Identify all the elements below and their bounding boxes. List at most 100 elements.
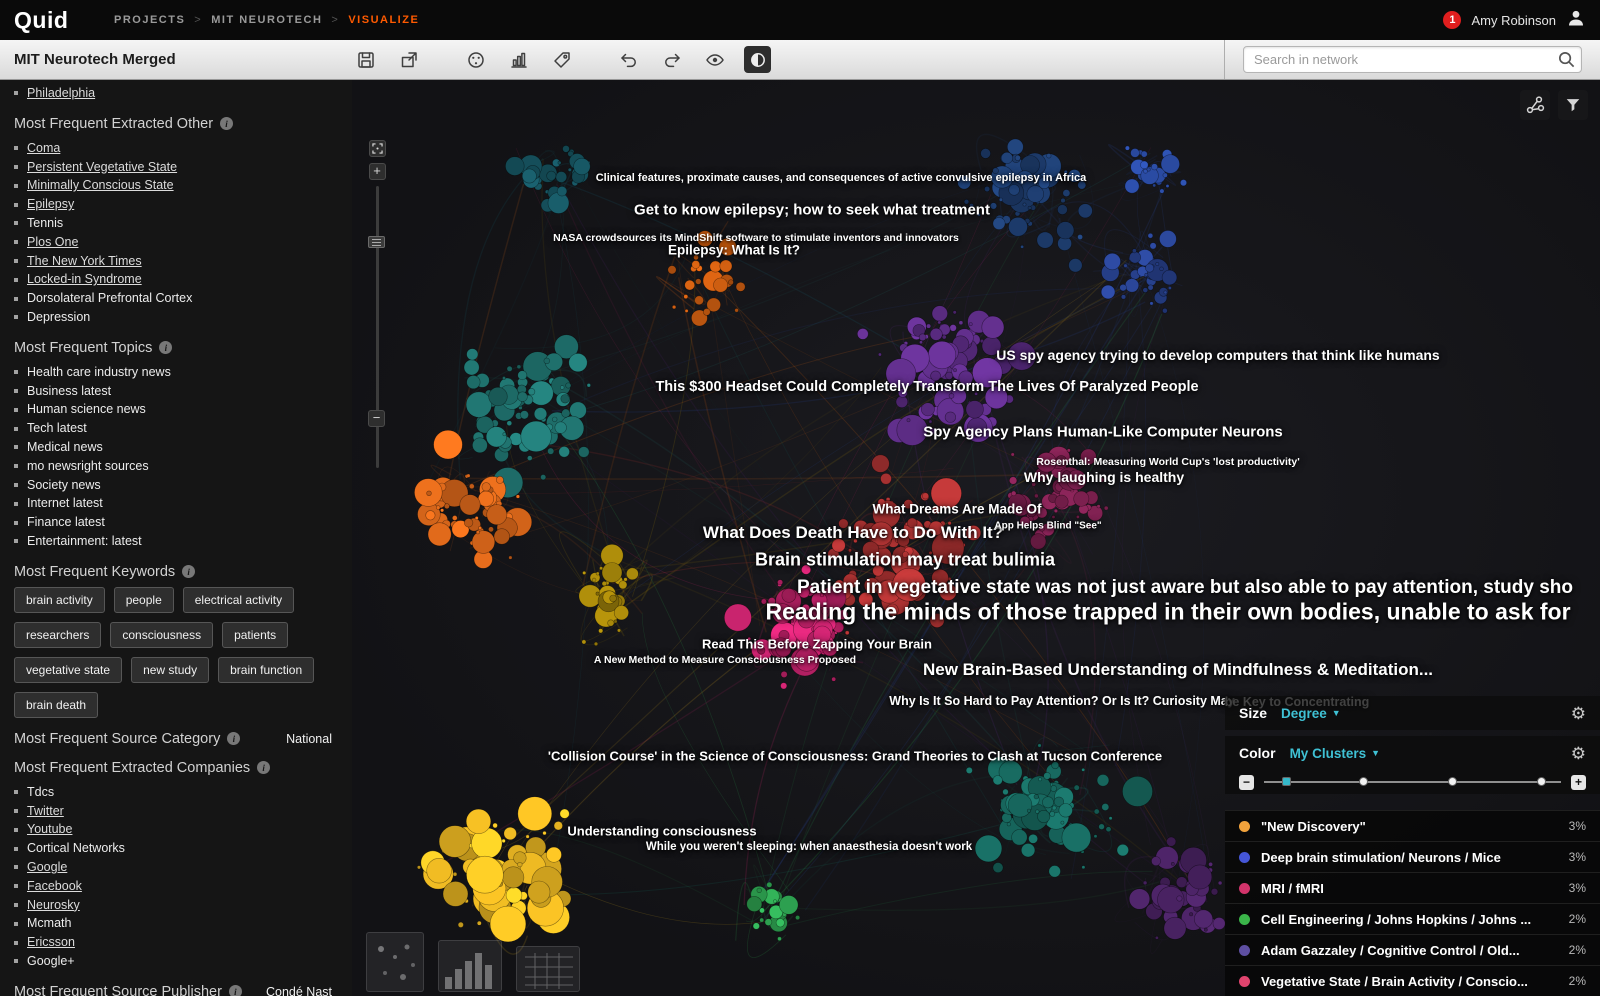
preview-eye-icon[interactable] [701,46,728,73]
keyword-chip[interactable]: consciousness [110,621,214,648]
list-item[interactable]: Persistent Vegetative State [14,158,352,177]
node-label[interactable]: Epilepsy: What Is It? [668,243,800,258]
info-icon[interactable]: i [228,985,242,996]
chart-thumbnail-histogram[interactable] [438,940,502,992]
list-item[interactable]: Facebook [14,877,352,896]
list-item[interactable]: Youtube [14,820,352,839]
list-item[interactable]: Coma [14,139,352,158]
entity-link[interactable]: Philadelphia [27,84,95,103]
slider-stop[interactable] [1359,777,1369,786]
node-label[interactable]: What Dreams Are Made Of [872,502,1041,517]
legend-row[interactable]: Adam Gazzaley / Cognitive Control / Old.… [1225,934,1600,965]
entity-link[interactable]: Coma [27,139,60,158]
cluster-minus-button[interactable]: − [1239,774,1254,790]
node-label[interactable]: A New Method to Measure Consciousness Pr… [594,654,856,666]
node-label[interactable]: Reading the minds of those trapped in th… [765,599,1570,626]
info-icon[interactable]: i [227,732,241,746]
keyword-chip[interactable]: electrical activity [182,586,295,613]
list-item[interactable]: Plos One [14,233,352,252]
list-item[interactable]: Locked-in Syndrome [14,270,352,289]
node-label[interactable]: What Does Death Have to Do With It? [703,523,1003,543]
entity-link[interactable]: Neurosky [27,896,80,915]
entity-link[interactable]: Youtube [27,820,72,839]
info-icon[interactable]: i [182,565,196,579]
chart-thumbnail-grid[interactable] [516,946,580,992]
filter-icon[interactable] [1558,90,1588,120]
cluster-plus-button[interactable]: + [1571,774,1586,790]
node-label[interactable]: Clinical features, proximate causes, and… [596,172,1087,184]
legend-row[interactable]: Vegetative State / Brain Activity / Cons… [1225,965,1600,996]
network-view-icon[interactable] [1520,90,1550,120]
node-label[interactable]: Brain stimulation may treat bulimia [755,550,1055,571]
notification-badge[interactable]: 1 [1443,11,1462,29]
breadcrumb-projects[interactable]: PROJECTS [114,14,185,26]
legend-row[interactable]: MRI / fMRI 3% [1225,872,1600,903]
entity-link[interactable]: Minimally Conscious State [27,176,174,195]
keyword-chip[interactable]: people [113,586,174,613]
slider-handle[interactable] [1281,777,1291,786]
palette-icon[interactable] [462,46,489,73]
entity-link[interactable]: Ericsson [27,933,75,952]
export-chart-icon[interactable] [505,46,532,73]
list-item[interactable]: Minimally Conscious State [14,176,352,195]
zoom-slider-handle[interactable] [368,236,385,248]
keyword-chip[interactable]: new study [131,656,210,683]
tag-icon[interactable] [548,46,575,73]
node-label[interactable]: Spy Agency Plans Human-Like Computer Neu… [923,424,1283,441]
node-label[interactable]: Understanding consciousness [567,824,756,839]
list-item[interactable]: Google [14,858,352,877]
node-label[interactable]: Why laughing is healthy [1024,469,1184,485]
node-label[interactable]: New Brain-Based Understanding of Mindful… [923,660,1433,680]
entity-link[interactable]: Epilepsy [27,195,74,214]
node-label[interactable]: Get to know epilepsy; how to seek what t… [634,202,990,219]
node-label[interactable]: 'Collision Course' in the Science of Con… [548,749,1162,764]
save-icon[interactable] [352,46,379,73]
list-item[interactable]: Epilepsy [14,195,352,214]
slider-stop[interactable] [1448,777,1458,786]
entity-link[interactable]: The New York Times [27,252,142,271]
contrast-icon[interactable] [744,46,771,73]
chart-thumbnail-scatter[interactable] [366,932,424,992]
list-item[interactable]: Ericsson [14,933,352,952]
entity-link[interactable]: Twitter [27,802,64,821]
color-dropdown[interactable]: My Clusters [1290,746,1367,761]
breadcrumb-project-name[interactable]: MIT NEUROTECH [211,14,322,26]
zoom-fit-icon[interactable] [368,140,386,157]
network-graph-area[interactable]: Clinical features, proximate causes, and… [352,80,1600,996]
info-icon[interactable]: i [220,117,234,131]
node-label[interactable]: While you weren't sleeping: when anaesth… [646,841,972,853]
entity-link[interactable]: Persistent Vegetative State [27,158,177,177]
list-item[interactable]: Philadelphia [14,84,352,103]
user-name[interactable]: Amy Robinson [1471,13,1556,28]
keyword-chip[interactable]: brain death [14,691,99,718]
zoom-in-button[interactable]: + [368,163,386,180]
share-icon[interactable] [395,46,422,73]
chevron-down-icon[interactable]: ▼ [1371,748,1380,758]
node-label[interactable]: This $300 Headset Could Completely Trans… [655,379,1198,395]
keyword-chip[interactable]: brain function [218,656,315,683]
quid-logo[interactable]: Quid [14,7,114,34]
search-icon[interactable] [1557,50,1576,74]
color-settings-gear-icon[interactable]: ⚙ [1571,745,1586,762]
entity-link[interactable]: Plos One [27,233,78,252]
cluster-slider-track[interactable] [1264,777,1561,786]
list-item[interactable]: The New York Times [14,252,352,271]
legend-row[interactable]: "New Discovery" 3% [1225,810,1600,841]
node-label[interactable]: Rosenthal: Measuring World Cup's 'lost p… [1036,456,1299,468]
node-label[interactable]: Patient in vegetative state was not just… [797,577,1573,599]
slider-stop[interactable] [1537,777,1547,786]
node-label[interactable]: US spy agency trying to develop computer… [996,347,1439,363]
list-item[interactable]: Twitter [14,802,352,821]
info-icon[interactable]: i [257,761,271,775]
user-avatar-icon[interactable] [1566,8,1586,33]
breadcrumb-visualize[interactable]: VISUALIZE [348,14,419,26]
undo-icon[interactable] [615,46,642,73]
zoom-out-button[interactable]: − [368,410,385,427]
entity-link[interactable]: Google [27,858,67,877]
size-settings-gear-icon[interactable]: ⚙ [1571,705,1586,722]
node-label[interactable]: Read This Before Zapping Your Brain [702,637,932,652]
info-icon[interactable]: i [159,341,173,355]
search-input[interactable] [1243,46,1582,73]
keyword-chip[interactable]: patients [222,621,289,648]
legend-row[interactable]: Deep brain stimulation/ Neurons / Mice 3% [1225,841,1600,872]
